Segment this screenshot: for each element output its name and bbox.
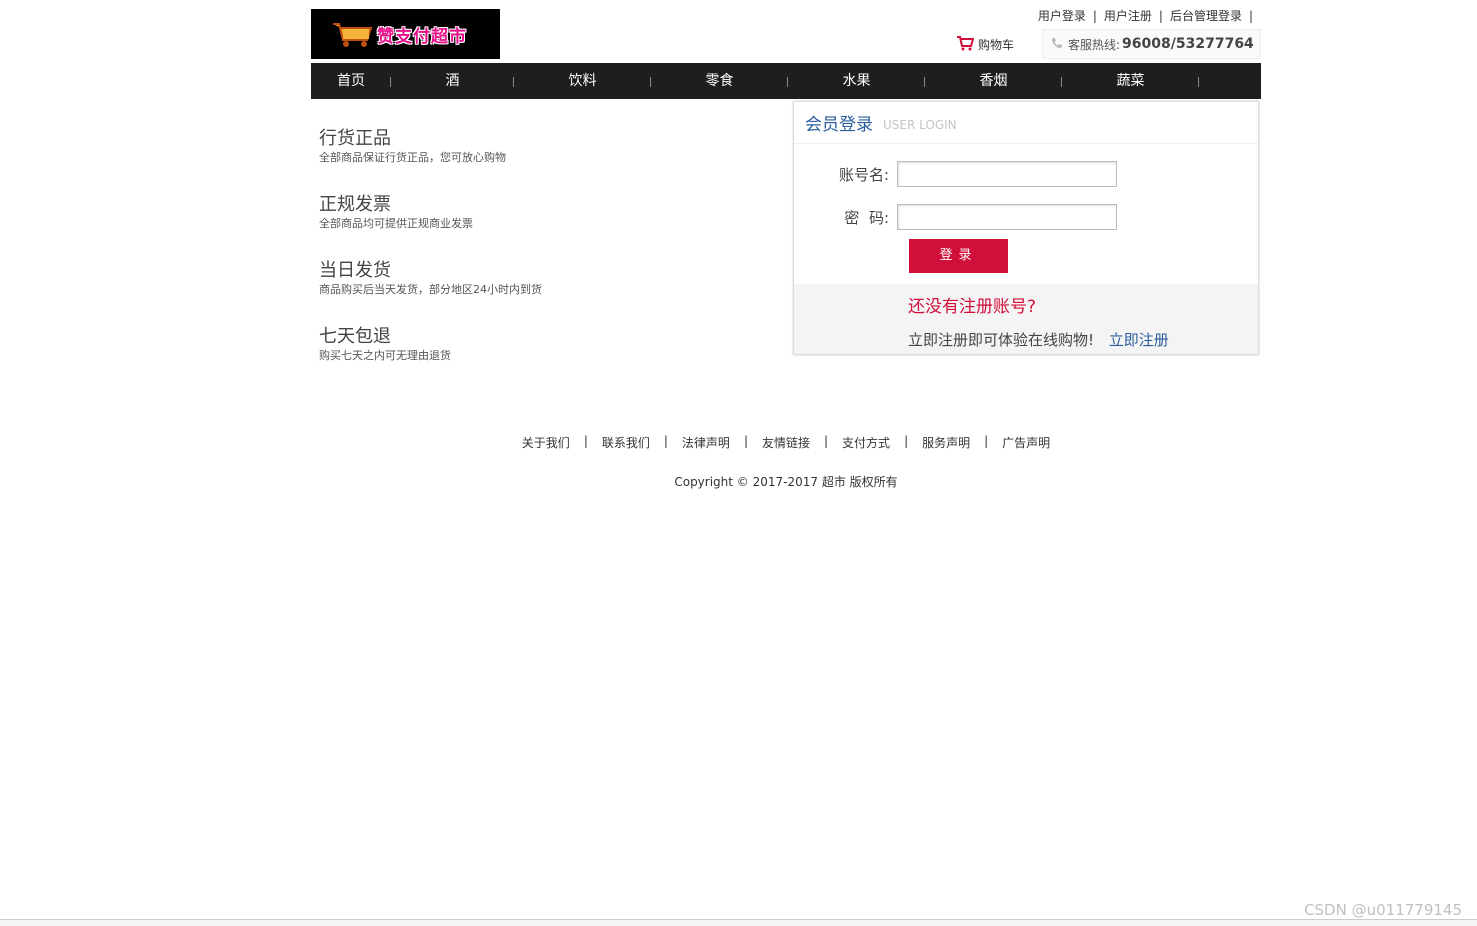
bottom-bar: [0, 919, 1477, 926]
shopping-basket-icon: [331, 20, 375, 48]
footer-link-legal[interactable]: 法律声明: [682, 434, 730, 451]
feature-title: 正规发票: [319, 194, 391, 215]
cart-link[interactable]: 购物车: [956, 35, 1014, 54]
register-area: 还没有注册账号? 立即注册即可体验在线购物! 立即注册: [794, 284, 1258, 354]
hotline-box: 客服热线: 96008/53277764: [1042, 29, 1261, 59]
admin-login-link[interactable]: 后台管理登录: [1170, 7, 1242, 24]
hotline-number: 96008/53277764: [1122, 36, 1254, 52]
footer-link-contact[interactable]: 联系我们: [602, 434, 650, 451]
feature-title: 七天包退: [319, 326, 391, 347]
nav-item-home[interactable]: 首页: [311, 63, 391, 99]
feature-item: 正规发票 全部商品均可提供正规商业发票: [319, 194, 542, 232]
footer-link-payment[interactable]: 支付方式: [842, 434, 890, 451]
feature-title: 行货正品: [319, 128, 391, 149]
nav-item-liquor[interactable]: 酒: [391, 63, 514, 99]
separator: |: [1248, 8, 1253, 23]
copyright: Copyright © 2017-2017 超市 版权所有: [674, 475, 898, 489]
separator: |: [583, 434, 588, 448]
login-title: 会员登录: [805, 115, 873, 135]
login-subtitle: USER LOGIN: [883, 117, 957, 132]
footer-link-about[interactable]: 关于我们: [522, 434, 570, 451]
feature-desc: 全部商品保证行货正品，您可放心购物: [319, 151, 506, 164]
separator: |: [1158, 8, 1163, 23]
separator: |: [663, 434, 668, 448]
login-header: 会员登录 USER LOGIN: [794, 102, 1258, 144]
site-logo[interactable]: 赞支付超市: [311, 9, 500, 59]
separator: |: [904, 434, 909, 448]
register-link[interactable]: 立即注册: [1109, 331, 1169, 349]
register-question: 还没有注册账号?: [908, 297, 1037, 317]
nav-item-fruit[interactable]: 水果: [788, 63, 925, 99]
register-prompt: 立即注册即可体验在线购物! 立即注册: [908, 329, 1169, 350]
feature-title: 当日发货: [319, 260, 391, 281]
separator: |: [1092, 8, 1097, 23]
nav-item-drinks[interactable]: 饮料: [514, 63, 651, 99]
logo-text: 赞支付超市: [377, 26, 467, 47]
feature-desc: 购买七天之内可无理由退货: [319, 349, 451, 362]
account-row: 账号名:: [794, 161, 1260, 187]
cart-label: 购物车: [978, 38, 1015, 52]
user-login-link[interactable]: 用户登录: [1038, 7, 1086, 24]
footer-link-ads[interactable]: 广告声明: [1002, 434, 1050, 451]
top-links: 用户登录 | 用户注册 | 后台管理登录 |: [1038, 7, 1260, 24]
watermark: CSDN @u011779145: [1304, 901, 1462, 919]
separator: |: [743, 434, 748, 448]
login-button[interactable]: 登录: [909, 239, 1008, 273]
feature-item: 行货正品 全部商品保证行货正品，您可放心购物: [319, 128, 542, 166]
account-label: 账号名:: [838, 165, 889, 184]
password-row: 密 码:: [794, 204, 1260, 230]
main-nav: 首页 酒 饮料 零食 水果 香烟 蔬菜: [311, 63, 1261, 99]
feature-list: 行货正品 全部商品保证行货正品，您可放心购物 正规发票 全部商品均可提供正规商业…: [319, 128, 542, 392]
feature-desc: 全部商品均可提供正规商业发票: [319, 217, 473, 230]
footer-link-friends[interactable]: 友情链接: [762, 434, 810, 451]
password-input[interactable]: [897, 204, 1117, 230]
footer-link-service[interactable]: 服务声明: [922, 434, 970, 451]
cart-icon: [956, 35, 978, 54]
separator: |: [984, 434, 989, 448]
phone-icon: [1051, 37, 1068, 52]
nav-item-snacks[interactable]: 零食: [651, 63, 788, 99]
footer-links: 关于我们 | 联系我们 | 法律声明 | 友情链接 | 支付方式 | 服务声明 …: [0, 434, 1477, 451]
hotline-label: 客服热线:: [1068, 37, 1121, 52]
page: 赞支付超市 用户登录 | 用户注册 | 后台管理登录 | 购物车 客服热线: 9…: [0, 0, 1477, 926]
login-panel: 会员登录 USER LOGIN 账号名: 密 码: 登录 还没有注册账号? 立即…: [793, 101, 1259, 355]
feature-desc: 商品购买后当天发货，部分地区24小时内到货: [319, 283, 542, 296]
nav-item-cigarettes[interactable]: 香烟: [925, 63, 1062, 99]
nav-item-vegetables[interactable]: 蔬菜: [1062, 63, 1199, 99]
password-label: 密 码:: [844, 208, 889, 227]
feature-item: 七天包退 购买七天之内可无理由退货: [319, 326, 542, 364]
register-text: 立即注册即可体验在线购物!: [908, 331, 1095, 349]
feature-item: 当日发货 商品购买后当天发货，部分地区24小时内到货: [319, 260, 542, 298]
account-input[interactable]: [897, 161, 1117, 187]
separator: |: [824, 434, 829, 448]
user-register-link[interactable]: 用户注册: [1104, 7, 1152, 24]
